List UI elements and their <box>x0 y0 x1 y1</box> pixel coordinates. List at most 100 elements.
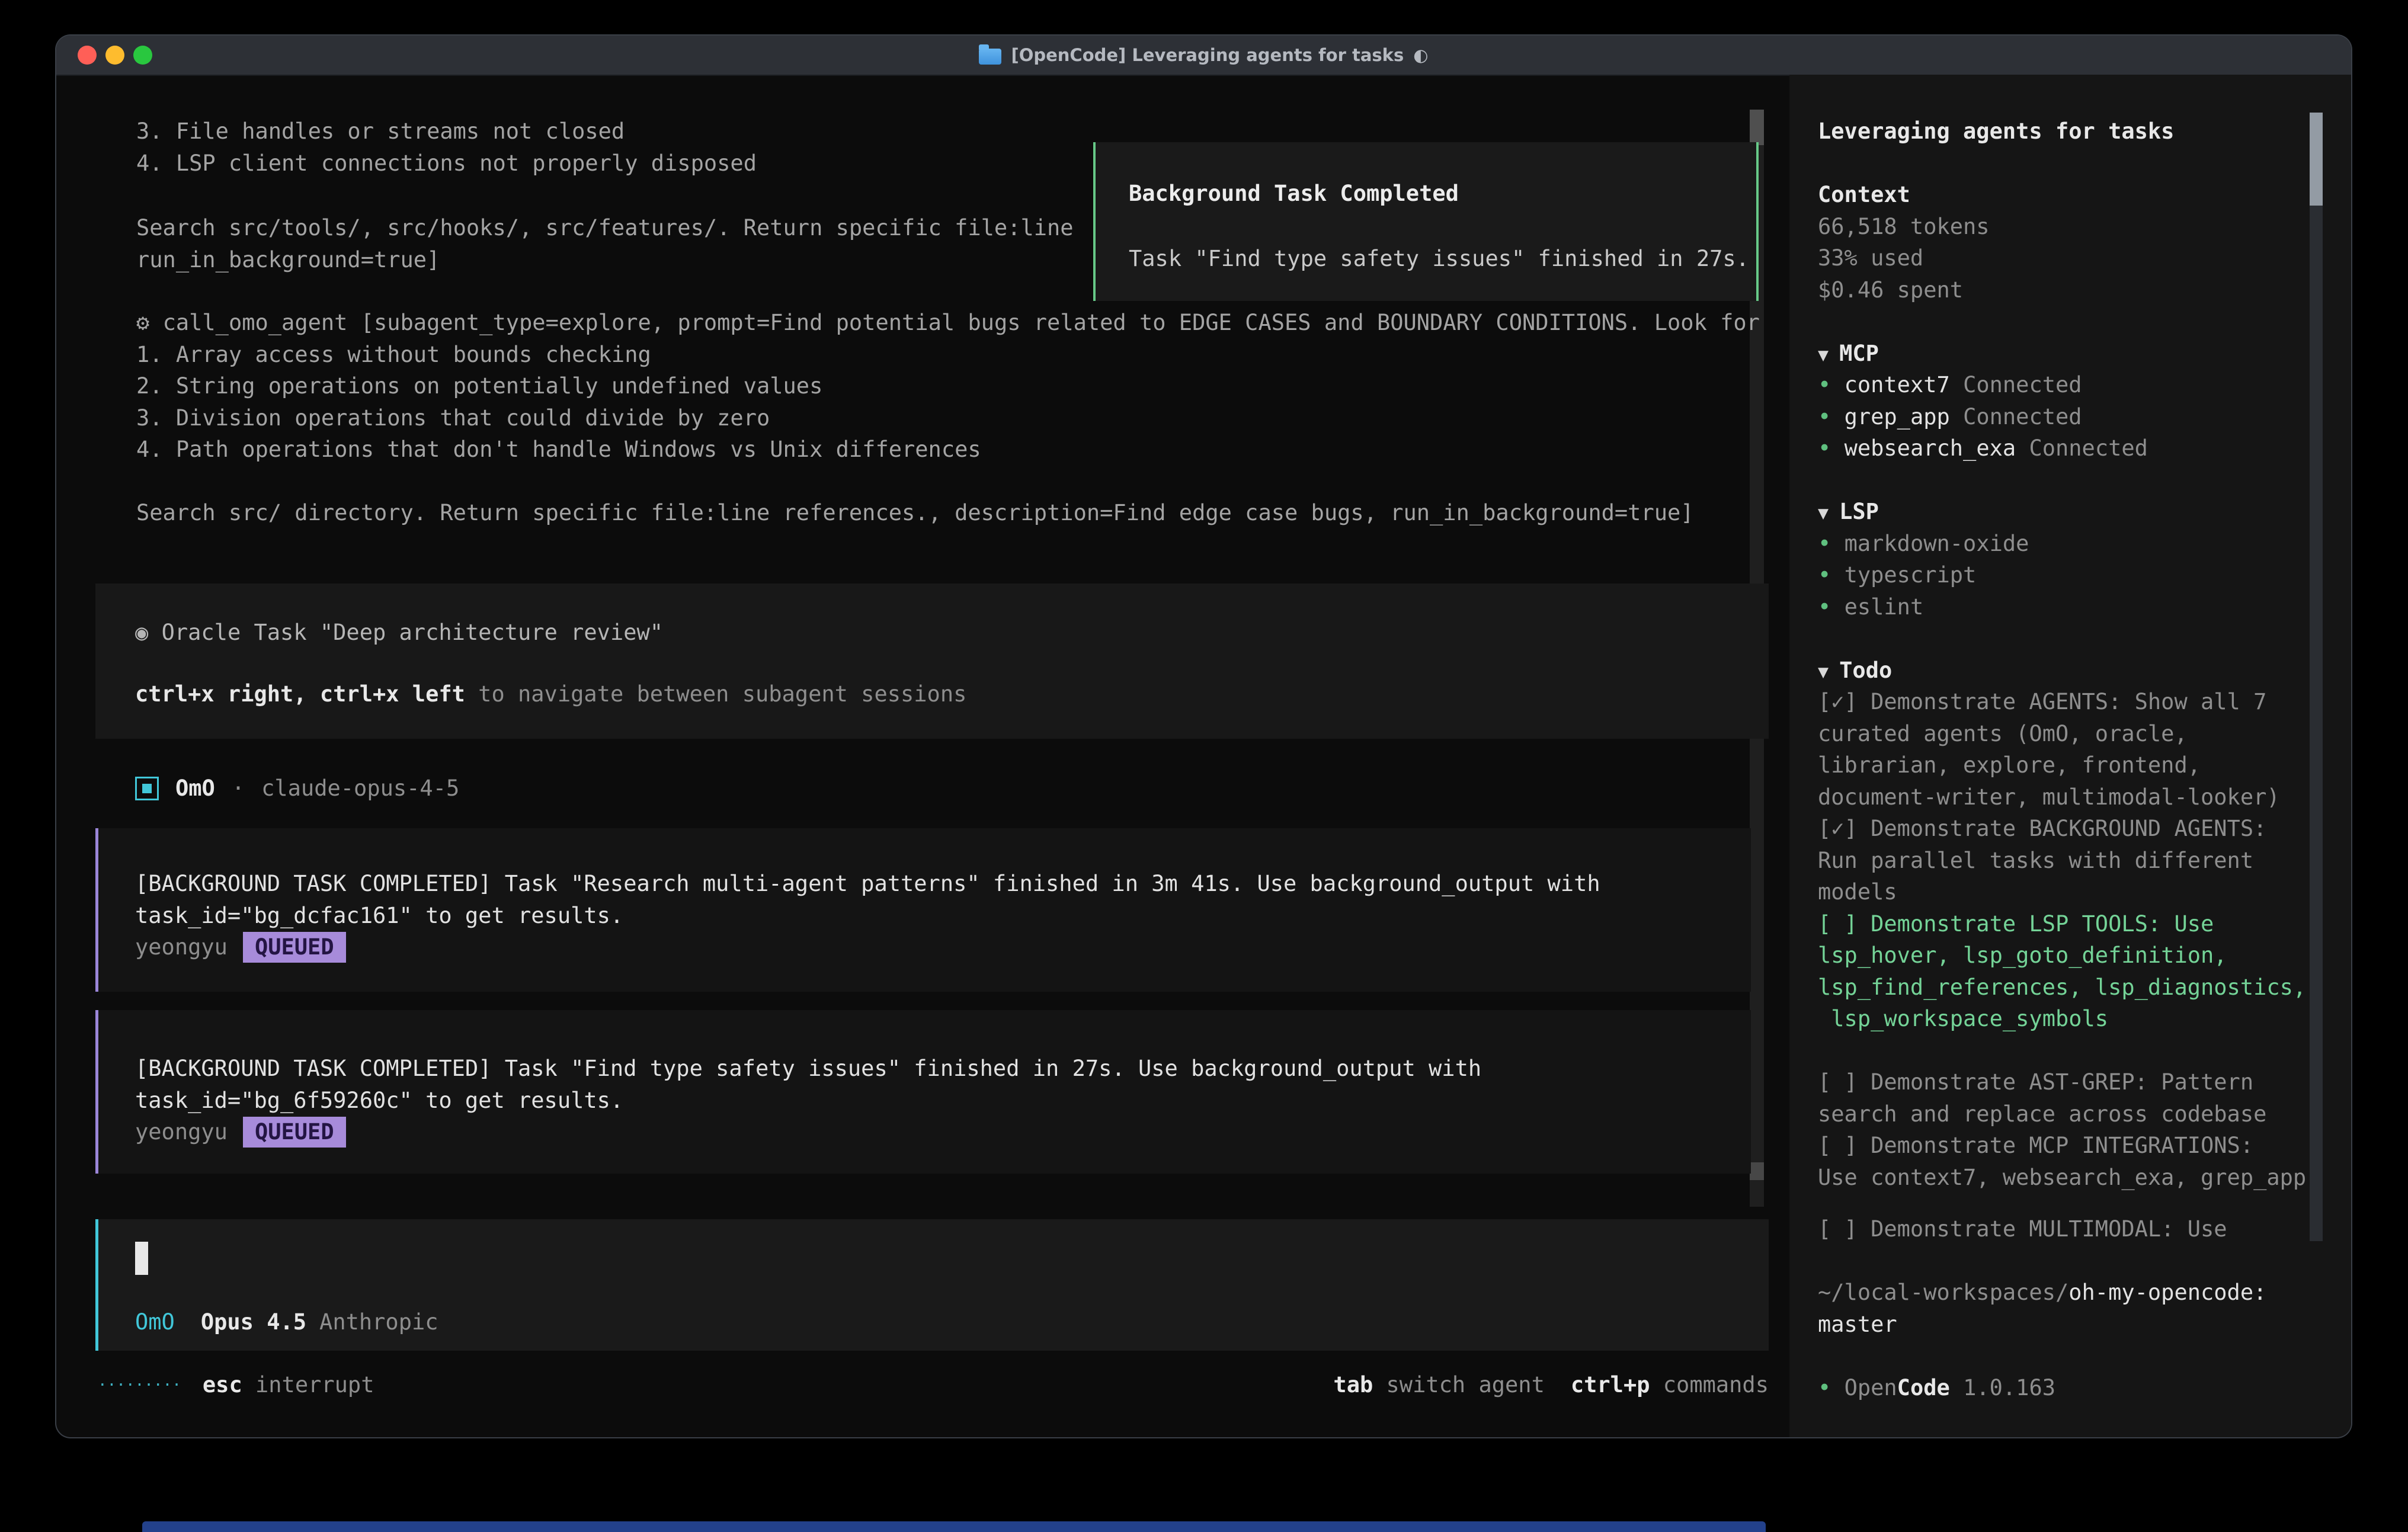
minimize-window-button[interactable] <box>105 46 124 65</box>
mcp-item: • context7 Connected <box>1818 369 2304 401</box>
todo-item-done-line: document-writer, multimodal-looker) <box>1818 781 2304 813</box>
lsp-item: • markdown-oxide <box>1818 528 2304 560</box>
bullet-dot-icon: • <box>1818 1375 1845 1400</box>
agent-name: OmO <box>175 775 215 801</box>
dock-hint-strip <box>142 1521 1766 1532</box>
version-number: 1.0.163 <box>1963 1375 2055 1400</box>
input-agent-meta: OmOOpus 4.5Anthropic <box>135 1306 438 1338</box>
task-result-line1: [BACKGROUND TASK COMPLETED] Task "Resear… <box>135 868 1751 900</box>
window-title: [OpenCode] Leveraging agents for tasks <box>1011 45 1404 65</box>
main-scrollbar-thumb-secondary[interactable] <box>1750 1162 1764 1180</box>
todo-item-active-line: lsp_find_references, lsp_diagnostics, <box>1818 972 2304 1004</box>
commands-label: commands <box>1663 1372 1769 1398</box>
oracle-task-panel: ◉ Oracle Task "Deep architecture review"… <box>95 584 1769 739</box>
task-result-block: [BACKGROUND TASK COMPLETED] Task "Resear… <box>95 828 1751 992</box>
scrollback-line: Search src/tools/, src/hooks/, src/featu… <box>136 212 1074 244</box>
todo-item-done-line: librarian, explore, frontend, <box>1818 749 2304 781</box>
esc-key-hint: esc <box>203 1372 242 1398</box>
todo-item-done-line: [✓] Demonstrate BACKGROUND AGENTS: <box>1818 813 2304 845</box>
scrollback-line: 4. LSP client connections not properly d… <box>136 148 757 180</box>
fisheye-icon: ◉ <box>135 620 148 645</box>
prompt-input[interactable]: OmOOpus 4.5Anthropic <box>95 1219 1769 1351</box>
zoom-window-button[interactable] <box>133 46 152 65</box>
workspace-path: ~/local-workspaces/oh-my-opencode: <box>1818 1277 2304 1309</box>
mcp-status: Connected <box>2029 435 2147 461</box>
status-badge: QUEUED <box>243 1117 346 1148</box>
todo-item-done-line: Run parallel tasks with different <box>1818 845 2304 877</box>
mcp-section-header[interactable]: ▼ MCP <box>1818 338 2304 370</box>
sidebar-content: Leveraging agents for tasks Context 66,5… <box>1818 116 2304 1403</box>
mcp-item: • grep_app Connected <box>1818 401 2304 433</box>
lsp-section-header[interactable]: ▼ LSP <box>1818 496 2304 528</box>
task-result-line1: [BACKGROUND TASK COMPLETED] Task "Find t… <box>135 1053 1751 1085</box>
chevron-down-icon: ▼ <box>1818 503 1839 524</box>
mcp-status: Connected <box>1963 404 2082 430</box>
todo-item-pending-line: search and replace across codebase <box>1818 1098 2304 1130</box>
context-heading: Context <box>1818 179 2304 211</box>
lsp-item: • eslint <box>1818 591 2304 623</box>
todo-item-pending-line: [ ] Demonstrate AST-GREP: Pattern <box>1818 1066 2304 1098</box>
toast-body: Task "Find type safety issues" finished … <box>1129 245 1756 273</box>
close-window-button[interactable] <box>78 46 97 65</box>
task-user: yeongyu <box>135 1119 228 1145</box>
chevron-down-icon: ▼ <box>1818 345 1839 366</box>
tab-key-hint: tab <box>1333 1372 1373 1398</box>
task-user: yeongyu <box>135 934 228 960</box>
scrollback-search-note: Search src/tools/, src/hooks/, src/featu… <box>136 212 1074 275</box>
oracle-task-title-row: ◉ Oracle Task "Deep architecture review" <box>135 617 1769 649</box>
bullet-dot-icon: • <box>1818 594 1845 620</box>
bullet-dot-icon: • <box>1818 562 1845 588</box>
todo-item-done-line: curated agents (OmO, oracle, <box>1818 718 2304 750</box>
hint-keys: ctrl+x right, ctrl+x left <box>135 681 465 707</box>
task-result-line2: task_id="bg_6f59260c" to get results. <box>135 1085 1751 1117</box>
tool-call-header: ⚙ call_omo_agent [subagent_type=explore,… <box>136 307 1760 339</box>
session-title: Leveraging agents for tasks <box>1818 116 2304 148</box>
status-left: ········· esc interrupt <box>98 1372 374 1398</box>
tool-call-tail: Search src/ directory. Return specific f… <box>136 497 1760 529</box>
opencode-window: [OpenCode] Leveraging agents for tasks ◐… <box>56 36 2351 1437</box>
bullet-dot-icon: • <box>1818 404 1845 430</box>
scrollback-line: 3. File handles or streams not closed <box>136 116 757 148</box>
titlebar: [OpenCode] Leveraging agents for tasks ◐ <box>56 36 2351 76</box>
todo-item-pending-line: [ ] Demonstrate MULTIMODAL: Use <box>1818 1213 2304 1245</box>
todo-item-active-line: lsp_workspace_symbols <box>1818 1003 2304 1035</box>
tool-call-list-item: 3. Division operations that could divide… <box>136 402 1760 434</box>
separator-dot: · <box>232 775 245 801</box>
todo-section-header[interactable]: ▼ Todo <box>1818 655 2304 687</box>
progress-circle-icon: ◐ <box>1413 45 1428 65</box>
todo-item-active-line: [ ] Demonstrate LSP TOOLS: Use <box>1818 908 2304 940</box>
bullet-dot-icon: • <box>1818 435 1845 461</box>
tool-call-block: ⚙ call_omo_agent [subagent_type=explore,… <box>136 307 1760 529</box>
status-right: tab switch agent ctrl+p commands <box>1333 1372 1769 1398</box>
context-used: 33% used <box>1818 242 2304 274</box>
task-result-meta: yeongyu QUEUED <box>135 931 1751 963</box>
mcp-item: • websearch_exa Connected <box>1818 432 2304 464</box>
status-badge: QUEUED <box>243 932 346 963</box>
scrollback-issue-list: 3. File handles or streams not closed 4.… <box>136 116 757 179</box>
todo-item-done-line: [✓] Demonstrate AGENTS: Show all 7 <box>1818 686 2304 718</box>
todo-item-done-line: models <box>1818 876 2304 908</box>
lsp-item: • typescript <box>1818 559 2304 591</box>
sidebar-scrollbar-thumb[interactable] <box>2310 113 2323 206</box>
interrupt-label: interrupt <box>255 1372 374 1398</box>
ctrlp-key-hint: ctrl+p <box>1571 1372 1650 1398</box>
input-provider: Anthropic <box>319 1309 438 1335</box>
scrollback-line: run_in_background=true] <box>136 244 1074 276</box>
mcp-status: Connected <box>1963 372 2082 398</box>
toast-title: Background Task Completed <box>1129 180 1756 207</box>
task-result-line2: task_id="bg_dcfac161" to get results. <box>135 900 1751 932</box>
background-task-toast: Background Task Completed Task "Find typ… <box>1093 142 1759 301</box>
context-spent: $0.46 spent <box>1818 274 2304 306</box>
window-title-group: [OpenCode] Leveraging agents for tasks ◐ <box>979 45 1428 65</box>
esc-key-label <box>242 1372 255 1398</box>
main-scrollbar-thumb[interactable] <box>1750 110 1764 145</box>
input-model: Opus 4.5 <box>201 1309 306 1335</box>
task-result-meta: yeongyu QUEUED <box>135 1116 1751 1148</box>
agent-square-icon <box>135 777 159 800</box>
hint-text: to navigate between subagent sessions <box>465 681 966 707</box>
chevron-down-icon: ▼ <box>1818 662 1839 682</box>
status-bar: ········· esc interrupt tab switch agent… <box>98 1369 1769 1401</box>
spinner-dots-icon: ········· <box>98 1376 181 1394</box>
sidebar-scrollbar-track[interactable] <box>2310 113 2323 1241</box>
todo-item-pending-line: Use context7, websearch_exa, grep_app <box>1818 1162 2304 1194</box>
